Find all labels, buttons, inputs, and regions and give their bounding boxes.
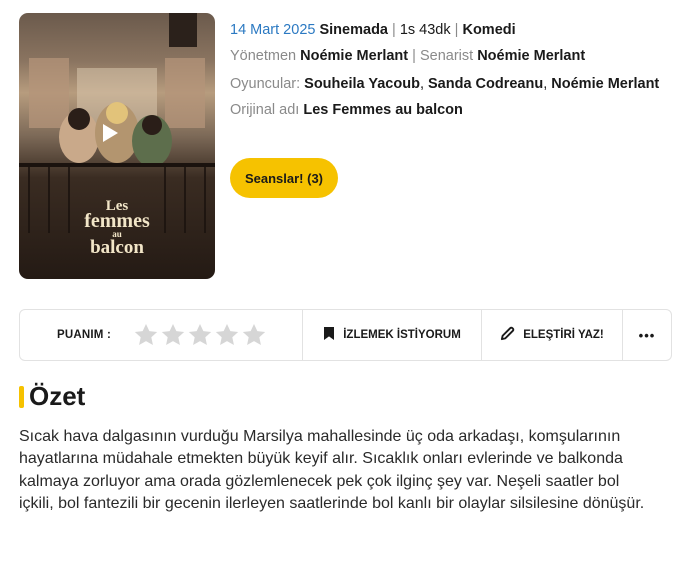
cast-link-2[interactable]: Sanda Codreanu <box>428 76 543 92</box>
genre-link[interactable]: Komedi <box>462 22 515 38</box>
star-rating <box>133 322 267 348</box>
rating-label: PUANIM : <box>57 329 111 341</box>
writer-label: Senarist <box>419 48 474 64</box>
director-label: Yönetmen <box>230 48 297 64</box>
original-title-row: Orijinal adı Les Femmes au balcon <box>230 98 660 122</box>
summary-heading: Özet <box>19 381 85 412</box>
cast-link-3[interactable]: Noémie Merlant <box>551 76 659 92</box>
more-icon: ••• <box>638 327 656 343</box>
star-icon[interactable] <box>133 322 159 348</box>
writer-link[interactable]: Noémie Merlant <box>477 48 585 64</box>
cast-row: Oyuncular: Souheila Yacoub, Sanda Codrea… <box>230 76 660 92</box>
summary-title: Özet <box>29 381 86 411</box>
rating-widget: PUANIM : <box>20 310 302 360</box>
release-row: 14 Mart 2025 Sinemada | 1s 43dk | Komedi <box>230 22 516 38</box>
cast-link-1[interactable]: Souheila Yacoub <box>304 76 420 92</box>
star-icon[interactable] <box>187 322 213 348</box>
watchlist-label: İZLEMEK İSTİYORUM <box>343 329 461 341</box>
star-icon[interactable] <box>160 322 186 348</box>
play-icon[interactable] <box>100 122 134 156</box>
write-review-label: ELEŞTİRİ YAZ! <box>523 329 604 341</box>
action-bar: PUANIM : İZLEMEK İSTİYORUM ELEŞTİRİ YAZ!… <box>19 309 672 361</box>
duration: 1s 43dk <box>399 22 451 38</box>
crew-row: Yönetmen Noémie Merlant | Senarist Noémi… <box>230 48 586 64</box>
summary-text: Sıcak hava dalgasının vurduğu Marsilya m… <box>19 428 645 513</box>
watchlist-button[interactable]: İZLEMEK İSTİYORUM <box>303 310 481 360</box>
release-status[interactable]: Sinemada <box>319 22 388 38</box>
movie-poster[interactable]: Les femmes au balcon <box>19 13 215 279</box>
original-title: Les Femmes au balcon <box>303 102 463 118</box>
pencil-icon <box>500 326 515 344</box>
director-link[interactable]: Noémie Merlant <box>300 48 408 64</box>
poster-title-4: balcon <box>90 237 144 258</box>
bookmark-icon <box>323 326 335 344</box>
original-title-label: Orijinal adı <box>230 102 300 118</box>
showtimes-button[interactable]: Seanslar! (3) <box>230 158 338 198</box>
accent-bar <box>19 385 24 408</box>
star-icon[interactable] <box>241 322 267 348</box>
movie-meta: 14 Mart 2025 Sinemada | 1s 43dk | Komedi… <box>230 18 660 122</box>
release-date: 14 Mart 2025 <box>230 22 316 38</box>
more-options-button[interactable]: ••• <box>623 310 671 360</box>
star-icon[interactable] <box>214 322 240 348</box>
write-review-button[interactable]: ELEŞTİRİ YAZ! <box>482 310 622 360</box>
cast-label: Oyuncular: <box>230 76 301 92</box>
